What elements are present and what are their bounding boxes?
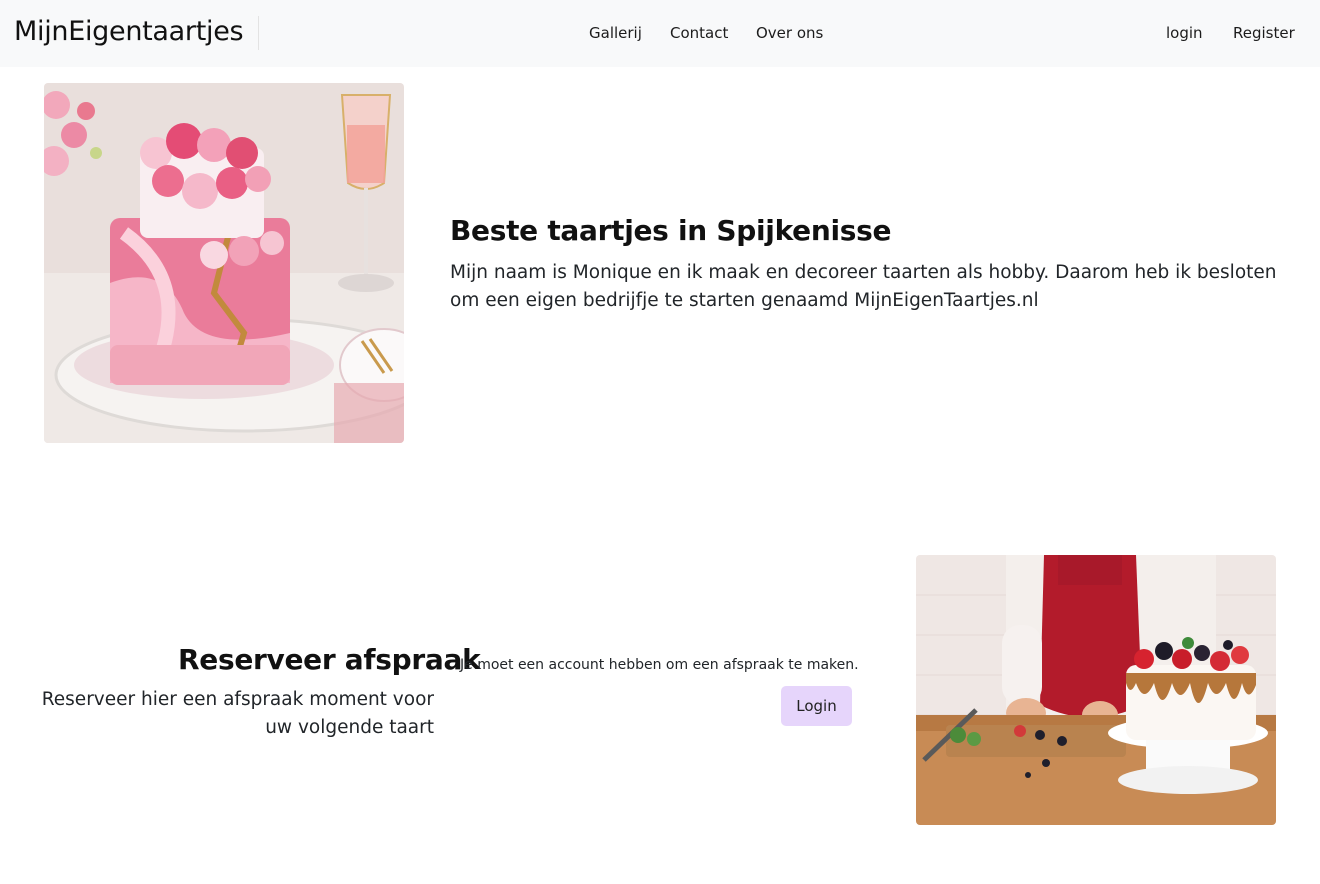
navbar: MijnEigentaartjes Gallerij Contact Over … (0, 0, 1320, 67)
login-button[interactable]: Login (781, 686, 852, 726)
baker-decorating-cake-photo-icon (916, 555, 1276, 825)
account-notice: Je moet een account hebben om een afspra… (460, 657, 859, 673)
nav-link-over-ons[interactable]: Over ons (756, 24, 823, 42)
pink-rose-cake-image (44, 83, 404, 443)
nav-link-contact[interactable]: Contact (670, 24, 728, 42)
hero-title: Beste taartjes in Spijkenisse (450, 214, 892, 247)
brand-divider (258, 16, 259, 50)
reserve-title: Reserveer afspraak (178, 643, 481, 676)
reserve-text: Reserveer hier een afspraak moment voor … (41, 689, 434, 738)
brand-logo[interactable]: MijnEigentaartjes (14, 16, 244, 47)
baker-cake-image (916, 555, 1276, 825)
hero-text: Mijn naam is Monique en ik maak en decor… (450, 262, 1277, 311)
nav-link-login[interactable]: login (1166, 24, 1203, 42)
pink-rose-cake-photo-icon (44, 83, 404, 443)
nav-link-gallerij[interactable]: Gallerij (589, 24, 642, 42)
nav-link-register[interactable]: Register (1233, 24, 1295, 42)
